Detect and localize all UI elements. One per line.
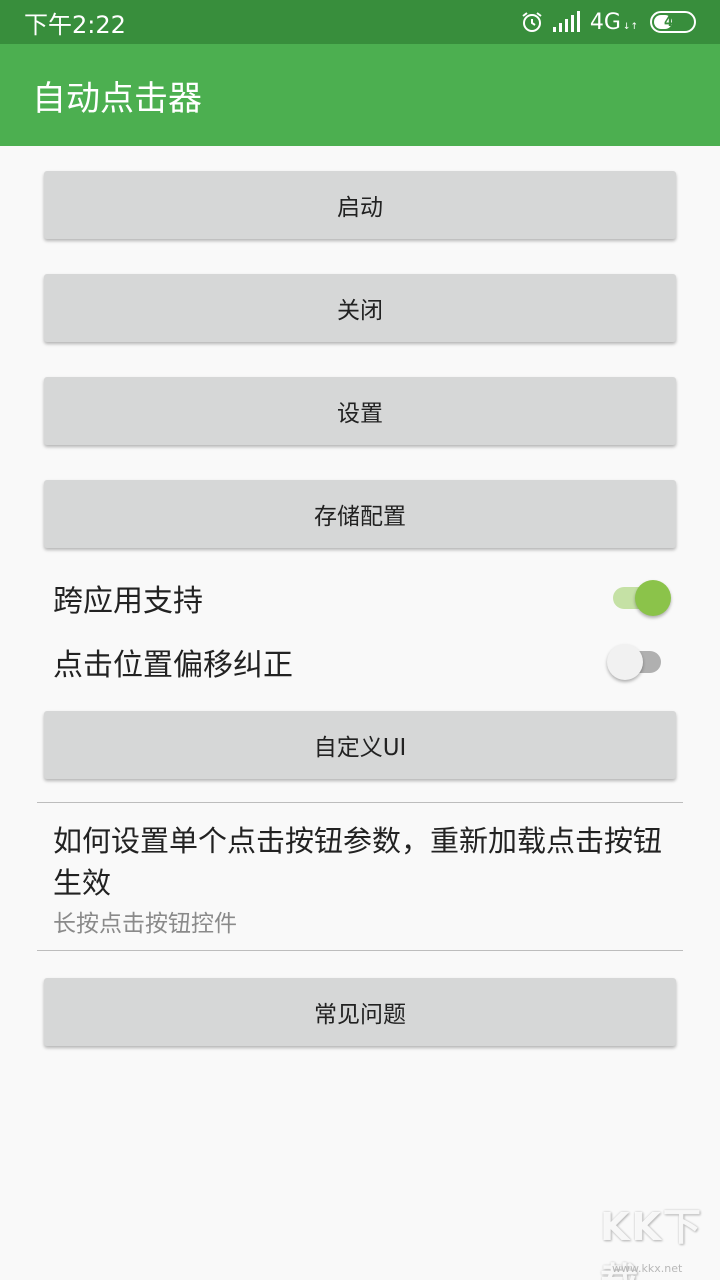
network-activity: ↓↑ xyxy=(622,22,638,32)
cross-app-support-label: 跨应用支持 xyxy=(53,584,203,619)
custom-ui-button[interactable]: 自定义UI xyxy=(44,711,676,779)
start-button[interactable]: 启动 xyxy=(44,171,676,239)
switch-thumb xyxy=(635,580,671,616)
battery-level: 48 xyxy=(663,14,683,30)
status-bar: 下午2:22 4G ↓↑ 48 xyxy=(0,0,720,44)
cross-app-support-row[interactable]: 跨应用支持 xyxy=(53,573,673,623)
help-title: 如何设置单个点击按钮参数，重新加载点击按钮生效 xyxy=(53,824,663,900)
help-subtitle: 长按点击按钮控件 xyxy=(53,911,237,937)
settings-button[interactable]: 设置 xyxy=(44,377,676,445)
app-title: 自动点击器 xyxy=(32,78,202,119)
signal-icon xyxy=(552,11,580,32)
app-bar: 自动点击器 xyxy=(0,44,720,146)
divider xyxy=(37,802,683,803)
status-icons: 4G ↓↑ 48 xyxy=(520,10,696,35)
status-time: 下午2:22 xyxy=(24,10,126,39)
faq-button[interactable]: 常见问题 xyxy=(44,978,676,1046)
save-config-button[interactable]: 存储配置 xyxy=(44,480,676,548)
offset-correction-switch[interactable] xyxy=(607,640,673,684)
switch-thumb xyxy=(607,644,643,680)
watermark-url: www.kkx.net xyxy=(612,1262,683,1275)
offset-correction-label: 点击位置偏移纠正 xyxy=(53,648,293,683)
offset-correction-row[interactable]: 点击位置偏移纠正 xyxy=(53,637,673,687)
close-button[interactable]: 关闭 xyxy=(44,274,676,342)
network-label: 4G xyxy=(589,9,621,35)
alarm-icon xyxy=(522,12,542,32)
divider xyxy=(37,950,683,951)
battery-icon: 48 xyxy=(650,11,696,33)
cross-app-support-switch[interactable] xyxy=(611,576,673,620)
